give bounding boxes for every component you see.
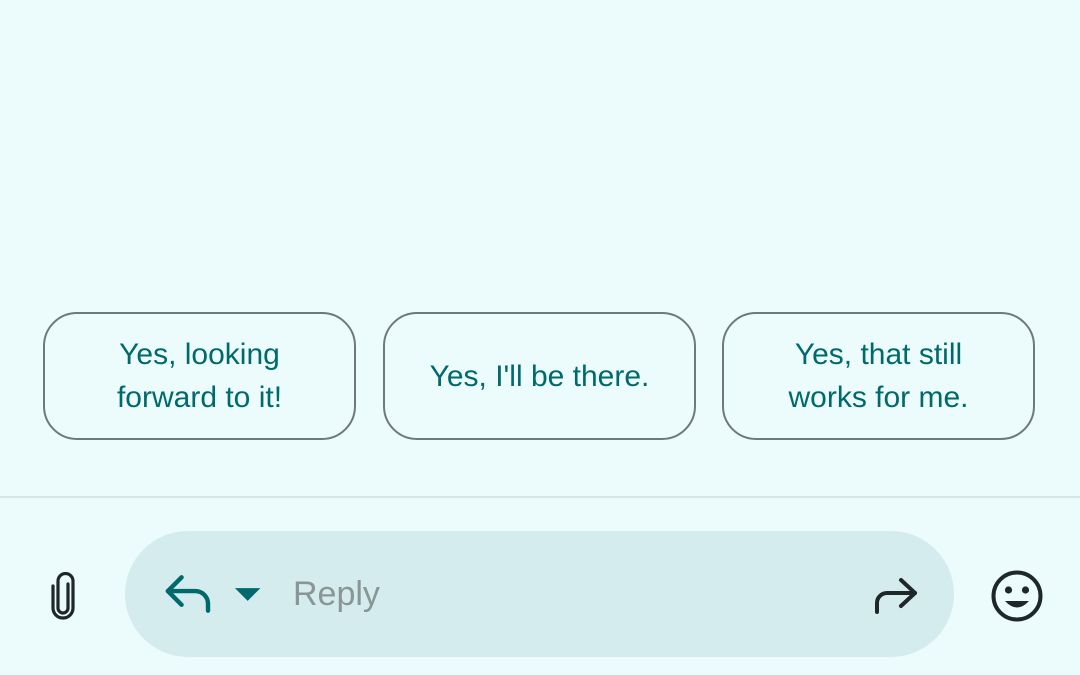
smart-reply-chip[interactable]: Yes, I'll be there. — [383, 312, 696, 440]
attach-button[interactable] — [38, 568, 88, 624]
smart-reply-chip[interactable]: Yes, looking forward to it! — [43, 312, 356, 440]
reply-arrow-icon — [165, 575, 211, 613]
paperclip-icon — [51, 572, 75, 620]
forward-button[interactable] — [865, 571, 925, 621]
compose-bar — [125, 531, 954, 657]
divider — [0, 496, 1080, 498]
dropdown-triangle-icon — [234, 588, 261, 601]
smiley-face-icon — [991, 570, 1043, 622]
smart-reply-label: Yes, looking forward to it! — [116, 338, 283, 414]
smart-reply-chip[interactable]: Yes, that still works for me. — [722, 312, 1035, 440]
forward-arrow-icon — [875, 578, 917, 614]
reply-input[interactable] — [293, 569, 833, 619]
smart-reply-label: Yes, that still works for me. — [788, 338, 969, 414]
reply-mode-button[interactable] — [162, 567, 272, 621]
smart-reply-label: Yes, I'll be there. — [429, 359, 650, 393]
emoji-button[interactable] — [988, 567, 1046, 625]
